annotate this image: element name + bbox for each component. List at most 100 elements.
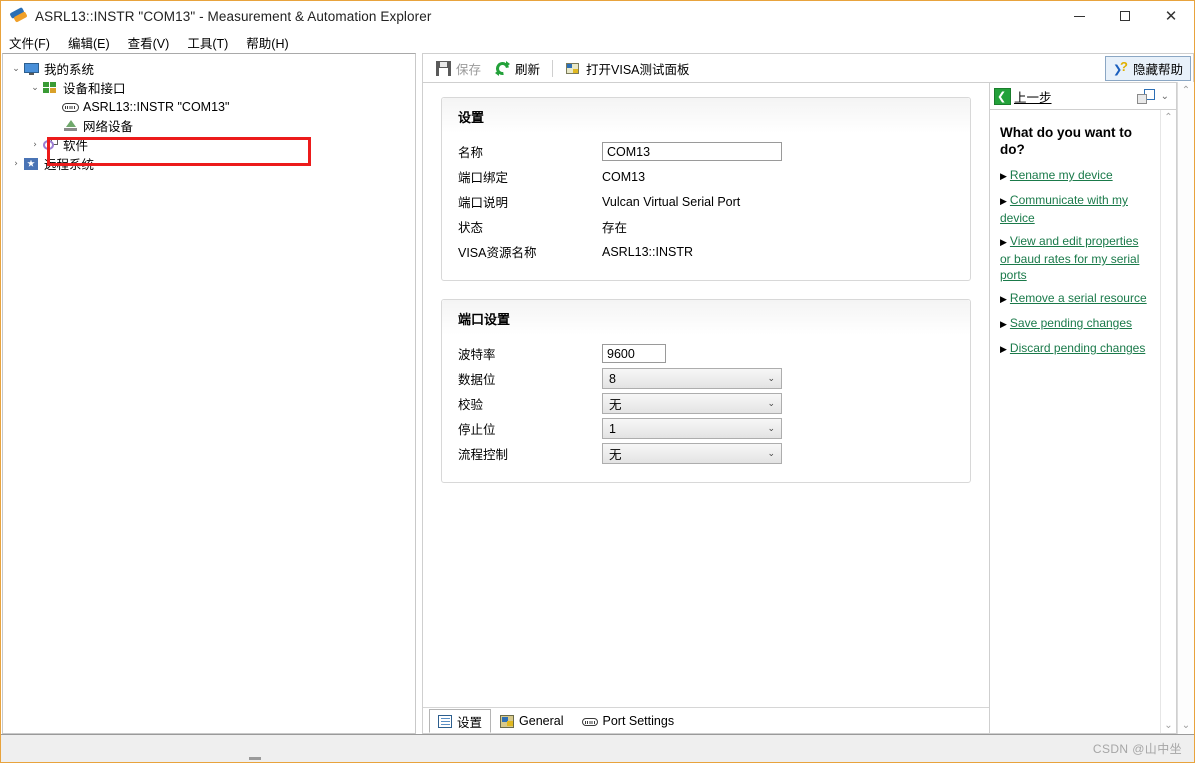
hide-help-button[interactable]: ❯? 隐藏帮助: [1104, 55, 1191, 81]
help-link-save-pending-changes[interactable]: ▶ Save pending changes: [1000, 315, 1152, 333]
stop-bits-select[interactable]: 1 ⌄: [602, 418, 782, 439]
field-row-parity: 校验 无 ⌄: [442, 391, 970, 416]
port-settings-panel-body: 波特率 数据位 8 ⌄: [442, 335, 970, 482]
help-title: What do you want to do?: [1000, 125, 1132, 157]
menu-file[interactable]: 文件(F): [9, 32, 59, 53]
network-device-icon: [62, 118, 80, 134]
hide-help-label: 隐藏帮助: [1132, 62, 1183, 77]
title-bar: ASRL13::INSTR "COM13" - Measurement & Au…: [1, 1, 1194, 32]
help-scrollbar[interactable]: ⌃ ⌄: [1160, 110, 1176, 733]
scroll-up-icon[interactable]: ⌃: [1182, 85, 1190, 96]
scroll-down-icon[interactable]: ⌄: [1182, 720, 1190, 731]
help-link-label[interactable]: View and edit properties or baud rates f…: [1000, 234, 1139, 282]
tree-item-software[interactable]: › 软件: [3, 135, 415, 154]
parity-value: 无: [609, 398, 622, 412]
monitor-icon: [23, 61, 41, 77]
minimize-button[interactable]: [1056, 1, 1102, 32]
help-link-rename-my-device[interactable]: ▶ Rename my device: [1000, 167, 1152, 185]
chevron-down-icon[interactable]: ⌄: [28, 83, 42, 93]
data-bits-select[interactable]: 8 ⌄: [602, 368, 782, 389]
close-button[interactable]: ✕: [1148, 1, 1194, 32]
flow-control-select[interactable]: 无 ⌄: [602, 443, 782, 464]
content-pane: 设置 名称 端口绑定 COM13: [422, 82, 990, 734]
menu-tools[interactable]: 工具(T): [187, 32, 237, 53]
chevron-down-icon[interactable]: ⌄: [9, 64, 23, 74]
help-link-discard-pending-changes[interactable]: ▶ Discard pending changes: [1000, 340, 1152, 358]
content-row: 设置 名称 端口绑定 COM13: [422, 82, 1194, 734]
status-value: 存在: [602, 221, 628, 235]
window-pane-icon[interactable]: [1136, 88, 1155, 104]
tree-item-label: 软件: [63, 139, 89, 153]
window-title: ASRL13::INSTR "COM13" - Measurement & Au…: [35, 8, 432, 24]
bullet-icon: ▶: [1000, 197, 1007, 207]
resize-grip: [249, 757, 261, 760]
tree-item-label: 我的系统: [44, 63, 95, 77]
tree-item-label: 网络设备: [83, 120, 134, 134]
tree-item-network-devices[interactable]: 网络设备: [3, 116, 415, 135]
content-scroll-area: 设置 名称 端口绑定 COM13: [423, 83, 989, 707]
menu-help[interactable]: 帮助(H): [246, 32, 297, 53]
data-bits-value: 8: [609, 371, 616, 386]
help-link-label[interactable]: Remove a serial resource: [1010, 291, 1147, 305]
main-vertical-scrollbar[interactable]: ⌃ ⌄: [1177, 82, 1194, 734]
serial-port-icon: [62, 99, 80, 115]
chevron-right-icon[interactable]: ›: [28, 140, 42, 150]
save-button[interactable]: 保存: [429, 57, 488, 80]
visa-test-panel-icon: [565, 61, 581, 76]
help-link-view-and-edit-properties[interactable]: ▶ View and edit properties or baud rates …: [1000, 233, 1152, 283]
help-back-link[interactable]: 上一步: [1014, 87, 1052, 106]
maximize-button[interactable]: [1102, 1, 1148, 32]
chevron-down-icon: ⌄: [767, 398, 775, 409]
tree-item-devices-and-interfaces[interactable]: ⌄ 设备和接口: [3, 78, 415, 97]
refresh-button[interactable]: 刷新: [488, 57, 547, 80]
parity-select[interactable]: 无 ⌄: [602, 393, 782, 414]
field-row-flow-control: 流程控制 无 ⌄: [442, 441, 970, 466]
field-row-port-description: 端口说明 Vulcan Virtual Serial Port: [442, 189, 970, 214]
baud-rate-label: 波特率: [458, 348, 496, 362]
help-link-label[interactable]: Rename my device: [1010, 168, 1113, 182]
bullet-icon: ▶: [1000, 320, 1007, 330]
menu-view[interactable]: 查看(V): [128, 32, 179, 53]
tree-item-my-system[interactable]: ⌄ 我的系统: [3, 59, 415, 78]
help-link-label[interactable]: Discard pending changes: [1010, 341, 1145, 355]
ni-max-icon: [9, 7, 29, 25]
toolbar-separator: [552, 59, 554, 77]
tree-item-remote-systems[interactable]: › 远程系统: [3, 154, 415, 173]
chevron-down-icon[interactable]: ⌄: [1161, 91, 1169, 102]
help-pane: ❮ 上一步 ⌄ What do you want to do? ▶ Rename …: [990, 82, 1177, 734]
window-controls: ✕: [1056, 1, 1194, 32]
field-row-name: 名称: [442, 139, 970, 164]
bottom-tab-bar: 设置 General Port Settings: [423, 707, 989, 733]
port-description-value: Vulcan Virtual Serial Port: [602, 194, 741, 209]
tree-item-asrl13-instr[interactable]: ASRL13::INSTR "COM13": [3, 97, 415, 116]
open-visa-test-panel-button[interactable]: 打开VISA测试面板: [558, 57, 697, 80]
tab-settings[interactable]: 设置: [429, 709, 492, 733]
baud-rate-input[interactable]: [602, 344, 666, 363]
toolbar: 保存 刷新 打开VISA测试面板 ❯? 隐藏帮助: [422, 53, 1194, 82]
software-icon: [42, 137, 60, 153]
tab-port-settings[interactable]: Port Settings: [573, 709, 684, 733]
status-bar: CSDN @山中坐: [1, 734, 1194, 762]
name-input[interactable]: [602, 142, 782, 161]
bullet-icon: ▶: [1000, 172, 1007, 182]
field-row-status: 状态 存在: [442, 214, 970, 239]
tree-item-label: ASRL13::INSTR "COM13": [83, 99, 230, 114]
flow-control-label: 流程控制: [458, 448, 509, 462]
tab-general[interactable]: General: [491, 709, 572, 733]
settings-tab-icon: [438, 714, 453, 728]
port-settings-panel-title: 端口设置: [442, 300, 970, 335]
hide-help-icon: ❯?: [1112, 59, 1128, 76]
save-button-label: 保存: [456, 62, 482, 77]
back-arrow-icon[interactable]: ❮: [994, 87, 1011, 105]
chevron-right-icon[interactable]: ›: [9, 159, 23, 169]
menu-edit[interactable]: 编辑(E): [68, 32, 119, 53]
help-link-label[interactable]: Communicate with my device: [1000, 193, 1128, 225]
scroll-down-icon[interactable]: ⌄: [1164, 720, 1172, 731]
help-link-communicate-with-my-device[interactable]: ▶ Communicate with my device: [1000, 192, 1152, 226]
help-link-remove-a-serial-resource[interactable]: ▶ Remove a serial resource: [1000, 290, 1152, 308]
tab-general-label: General: [519, 714, 564, 728]
parity-label: 校验: [458, 398, 484, 412]
help-link-label[interactable]: Save pending changes: [1010, 316, 1132, 330]
field-row-baud-rate: 波特率: [442, 341, 970, 366]
scroll-up-icon[interactable]: ⌃: [1164, 112, 1172, 123]
